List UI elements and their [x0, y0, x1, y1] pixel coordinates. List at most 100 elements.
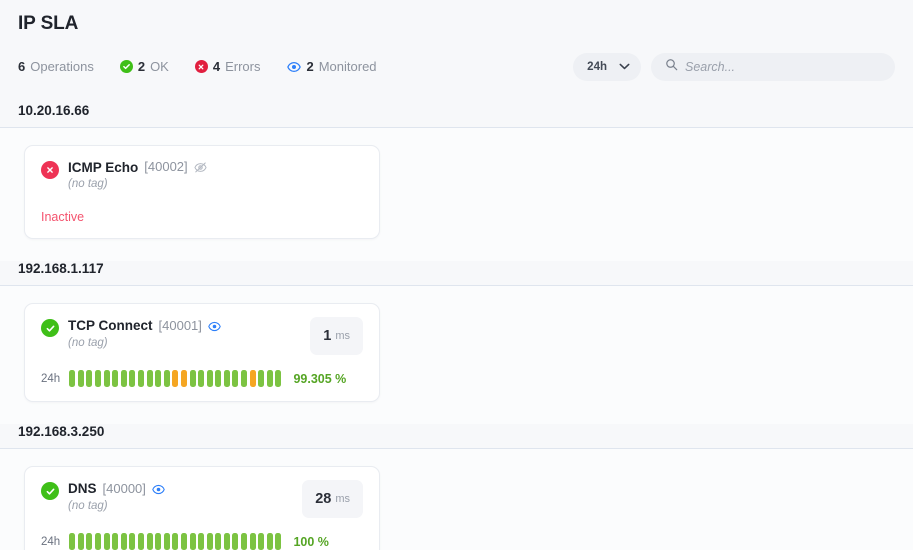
uptime-bar-warn[interactable]	[180, 370, 187, 388]
uptime-bar-up[interactable]	[94, 370, 101, 388]
uptime-bar-up[interactable]	[241, 370, 248, 388]
operation-tag: (no tag)	[68, 499, 108, 512]
uptime-bar-up[interactable]	[69, 533, 76, 550]
card-text-block: ICMP Echo [40002] (no tag)	[68, 159, 207, 190]
uptime-bar-up[interactable]	[215, 533, 222, 550]
uptime-bar-up[interactable]	[129, 533, 136, 550]
status-ok-icon	[41, 482, 59, 501]
uptime-bar-up[interactable]	[241, 533, 248, 550]
uptime-bar-up[interactable]	[189, 533, 196, 550]
uptime-percent: 99.305 %	[293, 371, 347, 386]
uptime-bar-up[interactable]	[180, 533, 187, 550]
uptime-bar-up[interactable]	[206, 533, 213, 550]
uptime-bar-up[interactable]	[266, 370, 273, 388]
operation-card[interactable]: TCP Connect [40001] (no tag) 1 ms 24h 99.305 %	[24, 303, 380, 403]
search-input[interactable]	[685, 59, 881, 74]
stat-errors-count: 4	[212, 59, 221, 75]
uptime-bar-up[interactable]	[258, 370, 265, 388]
eye-icon[interactable]	[208, 320, 221, 333]
uptime-bar-up[interactable]	[137, 533, 144, 550]
operation-name: DNS	[68, 481, 97, 497]
status-error-icon	[41, 160, 59, 179]
latency-badge: 28 ms	[302, 480, 363, 519]
uptime-bar-up[interactable]	[189, 370, 196, 388]
uptime-bar-up[interactable]	[215, 370, 222, 388]
uptime-bar-warn[interactable]	[249, 370, 256, 388]
uptime-bar-up[interactable]	[198, 533, 205, 550]
card-name-line: DNS [40000]	[68, 481, 165, 497]
uptime-bar-up[interactable]	[103, 533, 110, 550]
uptime-bar-up[interactable]	[69, 370, 76, 388]
uptime-bar-up[interactable]	[198, 370, 205, 388]
card-top-row: TCP Connect [40001] (no tag) 1 ms	[41, 317, 363, 356]
operation-state-text: Inactive	[41, 210, 85, 225]
stat-monitored-label: Monitored	[318, 59, 377, 75]
uptime-bar-up[interactable]	[146, 370, 153, 388]
operation-card[interactable]: DNS [40000] (no tag) 28 ms 24h 100 %	[24, 466, 380, 550]
uptime-bar-up[interactable]	[94, 533, 101, 550]
uptime-bars	[69, 370, 282, 388]
group-body: DNS [40000] (no tag) 28 ms 24h 100 %	[0, 449, 913, 550]
operation-code: [40000]	[102, 480, 146, 496]
operation-code: [40001]	[158, 317, 202, 333]
uptime-bar-up[interactable]	[249, 533, 256, 550]
search-box[interactable]	[651, 52, 895, 81]
uptime-bar-up[interactable]	[129, 370, 136, 388]
uptime-bar-up[interactable]	[146, 533, 153, 550]
operation-tag: (no tag)	[68, 336, 108, 349]
uptime-bar-up[interactable]	[137, 370, 144, 388]
uptime-bar-up[interactable]	[163, 533, 170, 550]
uptime-bar-up[interactable]	[223, 533, 230, 550]
uptime-bar-up[interactable]	[172, 533, 179, 550]
stat-monitored[interactable]: 2 Monitored	[286, 59, 377, 75]
uptime-range-label: 24h	[41, 372, 61, 385]
uptime-bar-up[interactable]	[232, 533, 239, 550]
stat-ok-label: OK	[150, 59, 169, 75]
latency-value: 28	[315, 491, 332, 508]
error-circle-icon	[194, 60, 208, 74]
status-ok-icon	[41, 319, 59, 338]
uptime-bar-up[interactable]	[266, 533, 273, 550]
group-title: 192.168.1.117	[18, 261, 104, 277]
chevron-down-icon	[619, 63, 630, 70]
eye-icon[interactable]	[152, 483, 165, 496]
card-identity: TCP Connect [40001] (no tag)	[41, 317, 221, 349]
uptime-bar-up[interactable]	[112, 533, 119, 550]
operation-card[interactable]: ICMP Echo [40002] (no tag) Inactive	[24, 144, 380, 240]
uptime-percent: 100 %	[293, 534, 329, 549]
uptime-bar-up[interactable]	[232, 370, 239, 388]
uptime-bar-up[interactable]	[86, 370, 93, 388]
card-name-line: ICMP Echo [40002]	[68, 159, 207, 176]
operation-code: [40002]	[144, 159, 188, 175]
uptime-bar-up[interactable]	[77, 370, 84, 388]
operation-group: 192.168.3.250 DNS [40000] (no tag) 28 ms 24h 10…	[0, 424, 913, 550]
header-toolbar: 6 Operations 2 OK 4 Errors 2 Monitored 2…	[18, 51, 895, 83]
eye-icon	[286, 59, 301, 74]
uptime-bar-up[interactable]	[163, 370, 170, 388]
uptime-bar-up[interactable]	[223, 370, 230, 388]
uptime-bar-up[interactable]	[86, 533, 93, 550]
operation-name: ICMP Echo	[68, 159, 139, 175]
latency-value: 1	[323, 328, 332, 345]
uptime-bar-up[interactable]	[206, 370, 213, 388]
uptime-bar-up[interactable]	[103, 370, 110, 388]
summary-stats: 6 Operations 2 OK 4 Errors 2 Monitored	[18, 59, 377, 74]
uptime-bar-up[interactable]	[120, 370, 127, 388]
uptime-bar-warn[interactable]	[172, 370, 179, 388]
uptime-bar-up[interactable]	[275, 370, 282, 388]
uptime-strip: 24h 99.305 %	[41, 370, 363, 388]
uptime-bar-up[interactable]	[155, 533, 162, 550]
operation-groups: 10.20.16.66 ICMP Echo [40002] (no tag) Inact…	[0, 103, 913, 550]
stat-ok[interactable]: 2 OK	[119, 59, 169, 75]
latency-badge: 1 ms	[310, 317, 363, 356]
uptime-bar-up[interactable]	[258, 533, 265, 550]
uptime-bar-up[interactable]	[155, 370, 162, 388]
stat-errors[interactable]: 4 Errors	[194, 59, 260, 75]
time-range-select[interactable]: 24h	[573, 52, 641, 81]
uptime-bar-up[interactable]	[275, 533, 282, 550]
uptime-bar-up[interactable]	[120, 533, 127, 550]
card-top-row: DNS [40000] (no tag) 28 ms	[41, 480, 363, 519]
eye-slash-icon[interactable]	[194, 161, 207, 174]
uptime-bar-up[interactable]	[112, 370, 119, 388]
uptime-bar-up[interactable]	[77, 533, 84, 550]
